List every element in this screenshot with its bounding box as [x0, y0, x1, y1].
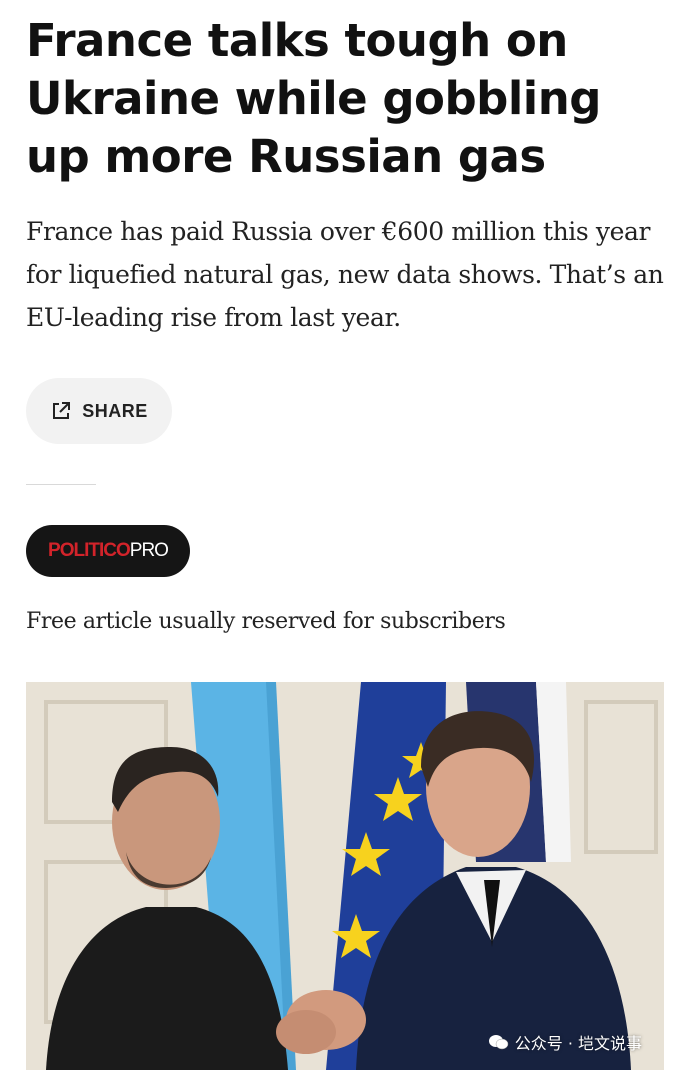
watermark-text: 公众号 · 垲文说事: [514, 1034, 642, 1053]
hero-photo: 公众号 · 垲文说事: [26, 682, 664, 1070]
wechat-icon: [488, 1034, 509, 1050]
share-icon: [50, 400, 72, 422]
share-button[interactable]: SHARE: [26, 378, 172, 444]
share-label: SHARE: [82, 400, 148, 421]
hero-photo-illustration: [26, 682, 664, 1070]
pro-logo-text: PRO: [129, 540, 169, 561]
politico-pro-badge[interactable]: POLITICO PRO: [26, 525, 190, 577]
article-dek: France has paid Russia over €600 million…: [26, 217, 664, 332]
article-headline: France talks tough on Ukraine while gobb…: [26, 14, 601, 183]
politico-logo-text: POLITICO: [48, 540, 131, 561]
free-article-note: Free article usually reserved for subscr…: [26, 609, 506, 634]
divider: [26, 484, 96, 485]
watermark: 公众号 · 垲文说事: [488, 1030, 642, 1054]
